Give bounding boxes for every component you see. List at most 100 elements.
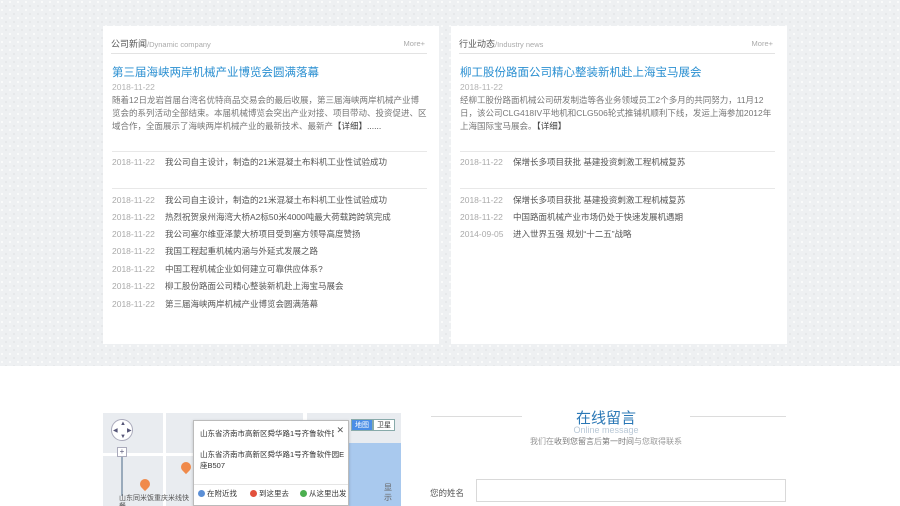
- map-road: [163, 413, 166, 506]
- pan-left-icon[interactable]: ◀: [113, 428, 118, 434]
- industry-news-header: 行业动态/Industry news More+: [459, 34, 775, 54]
- list-item-date: 2018-11-22: [112, 195, 155, 205]
- list-item-date: 2018-11-22: [112, 264, 155, 274]
- divider: [460, 188, 775, 189]
- info-window-actions: 在附近找 到这里去 从这里出发: [194, 484, 348, 498]
- industry-news-detail-link[interactable]: 【详细】: [537, 121, 567, 131]
- list-item-title: 我公司自主设计，制造的21米混凝土布料机工业性试验成功: [165, 195, 387, 205]
- poi-label: 山东同米饭重庆米线快餐: [119, 495, 189, 506]
- industry-news-title-cn: 行业动态: [459, 39, 496, 49]
- company-news-title: 公司新闻/Dynamic company: [111, 37, 211, 50]
- list-item[interactable]: 2018-11-22 我公司自主设计，制造的21米混凝土布料机工业性试验成功: [112, 193, 427, 207]
- location-map[interactable]: ▲ ▼ ◀ ▶ + 山东同米饭重庆米线快餐 山东省济南市高新区舜华路1号齐鲁软件…: [103, 413, 401, 506]
- list-item[interactable]: 2018-11-22 中国路面机械产业市场仍处于快速发展机遇期: [460, 210, 775, 224]
- company-news-feature: 第三届海峡两岸机械产业博览会圆满落幕 2018-11-22 随着12日龙岩首届台…: [112, 66, 427, 134]
- search-icon: [198, 490, 205, 497]
- list-item[interactable]: 2018-11-22 我公司自主设计，制造的21米混凝土布料机工业性试验成功: [112, 155, 427, 169]
- list-item-date: 2018-11-22: [112, 212, 155, 222]
- list-item-title: 中国路面机械产业市场仍处于快速发展机遇期: [513, 212, 684, 222]
- industry-news-feature: 柳工股份路面公司精心整装新机赴上海宝马展会 2018-11-22 经柳工股份路面…: [460, 66, 775, 134]
- desc-text: 与您取得联系: [634, 437, 682, 446]
- message-title-en: Online message: [573, 425, 639, 435]
- list-item[interactable]: 2018-11-22 中国工程机械企业如何建立可靠供应体系?: [112, 262, 427, 276]
- industry-news-more-link[interactable]: More+: [752, 39, 773, 48]
- divider: [112, 151, 427, 152]
- zoom-in-icon[interactable]: +: [117, 447, 127, 457]
- company-news-header: 公司新闻/Dynamic company More+: [111, 34, 427, 54]
- feature-summary-text: 经柳工股份路面机械公司研发制造等各业务领域员工2个多月的共同努力，11月12日，…: [460, 95, 772, 131]
- list-item[interactable]: 2018-11-22 第三届海峡两岸机械产业博览会圆满落幕: [112, 297, 427, 311]
- route-to-label: 到这里去: [259, 489, 289, 498]
- list-item-date: 2014-09-05: [460, 229, 504, 239]
- list-item[interactable]: 2014-09-05 进入世界五强 规划“十二五”战略: [460, 227, 775, 241]
- list-item-date: 2018-11-22: [112, 299, 155, 309]
- company-news-detail-link[interactable]: 【详细】......: [333, 121, 381, 131]
- info-window-title: 山东省济南市高新区舜华路1号齐鲁软件园: [200, 429, 334, 438]
- desc-highlight: 第一时间: [602, 437, 634, 446]
- list-item-title: 我国工程起重机械内涵与外延式发展之路: [165, 246, 319, 256]
- industry-news-feature-date: 2018-11-22: [460, 82, 503, 92]
- company-news-feature-title[interactable]: 第三届海峡两岸机械产业博览会圆满落幕: [112, 66, 427, 80]
- nearby-search-button[interactable]: 在附近找: [198, 488, 237, 499]
- map-info-window: 山东省济南市高新区舜华路1号齐鲁软件园 ✕ 山东省济南市高新区舜华路1号齐鲁软件…: [193, 420, 349, 506]
- company-news-feature-date: 2018-11-22: [112, 82, 155, 92]
- company-news-more-link[interactable]: More+: [404, 39, 425, 48]
- company-news-feature-summary: 随着12日龙岩首届台湾名优特商品交易会的最后收展，第三届海峡两岸机械产业博览会的…: [112, 94, 427, 134]
- pan-up-icon[interactable]: ▲: [120, 421, 126, 427]
- name-field-label: 您的姓名: [430, 488, 465, 498]
- list-item[interactable]: 2018-11-22 我公司塞尔维亚泽蒙大桥项目受到塞方领导高度赞扬: [112, 227, 427, 241]
- list-item[interactable]: 2018-11-22 保增长多项目获批 基建投资刺激工程机械复苏: [460, 155, 775, 169]
- list-item-title: 我公司自主设计，制造的21米混凝土布料机工业性试验成功: [165, 157, 387, 167]
- info-window-address: 山东省济南市高新区舜华路1号齐鲁软件园E座B507: [200, 450, 345, 470]
- route-from-label: 从这里出发: [309, 489, 347, 498]
- list-item[interactable]: 2018-11-22 热烈祝贺泉州海湾大桥A2标50米4000吨最大荷载跨跨筑完成: [112, 210, 427, 224]
- list-item-date: 2018-11-22: [112, 157, 155, 167]
- company-news-panel: 公司新闻/Dynamic company More+ 第三届海峡两岸机械产业博览…: [103, 26, 439, 344]
- zoom-slider[interactable]: [121, 457, 123, 496]
- poi-marker-icon[interactable]: [178, 459, 194, 475]
- map-pan-control[interactable]: ▲ ▼ ◀ ▶: [111, 419, 133, 441]
- contact-section: ▲ ▼ ◀ ▶ + 山东同米饭重庆米线快餐 山东省济南市高新区舜华路1号齐鲁软件…: [0, 366, 900, 506]
- nearby-search-label: 在附近找: [207, 489, 237, 498]
- list-item-title: 进入世界五强 规划“十二五”战略: [513, 229, 632, 239]
- industry-news-panel: 行业动态/Industry news More+ 柳工股份路面公司精心整装新机赴…: [451, 26, 787, 344]
- pin-icon: [300, 490, 307, 497]
- list-item-title: 中国工程机械企业如何建立可靠供应体系?: [165, 264, 323, 274]
- pin-icon: [250, 490, 257, 497]
- list-item-title: 保增长多项目获批 基建投资刺激工程机械复苏: [513, 157, 686, 167]
- route-to-button[interactable]: 到这里去: [250, 488, 289, 499]
- list-item-date: 2018-11-22: [112, 281, 155, 291]
- list-item-date: 2018-11-22: [460, 195, 503, 205]
- desc-text: 后: [594, 437, 602, 446]
- industry-news-title-en: /Industry news: [495, 40, 544, 49]
- company-news-title-en: /Dynamic company: [147, 40, 211, 49]
- list-item[interactable]: 2018-11-22 保增长多项目获批 基建投资刺激工程机械复苏: [460, 193, 775, 207]
- list-item-title: 第三届海峡两岸机械产业博览会圆满落幕: [165, 299, 319, 309]
- news-section: 公司新闻/Dynamic company More+ 第三届海峡两岸机械产业博览…: [0, 0, 900, 366]
- map-type-satellite-button[interactable]: 卫星: [373, 419, 395, 431]
- map-side-toggle[interactable]: 显示: [384, 483, 394, 503]
- divider: [112, 188, 427, 189]
- pan-right-icon[interactable]: ▶: [127, 428, 132, 434]
- poi-marker-icon[interactable]: [137, 476, 153, 492]
- desc-highlight: 收到您留言: [554, 437, 594, 446]
- industry-news-feature-title[interactable]: 柳工股份路面公司精心整装新机赴上海宝马展会: [460, 66, 775, 80]
- list-item-title: 我公司塞尔维亚泽蒙大桥项目受到塞方领导高度赞扬: [165, 229, 361, 239]
- list-item[interactable]: 2018-11-22 我国工程起重机械内涵与外延式发展之路: [112, 244, 427, 258]
- list-item-title: 保增长多项目获批 基建投资刺激工程机械复苏: [513, 195, 686, 205]
- divider: [690, 416, 786, 417]
- list-item-title: 热烈祝贺泉州海湾大桥A2标50米4000吨最大荷载跨跨筑完成: [165, 212, 391, 222]
- list-item-date: 2018-11-22: [112, 229, 155, 239]
- route-from-button[interactable]: 从这里出发: [300, 488, 347, 499]
- list-item-date: 2018-11-22: [460, 212, 503, 222]
- pan-down-icon[interactable]: ▼: [120, 434, 126, 440]
- name-field[interactable]: [476, 479, 786, 502]
- industry-news-feature-summary: 经柳工股份路面机械公司研发制造等各业务领域员工2个多月的共同努力，11月12日，…: [460, 94, 775, 134]
- divider: [431, 416, 522, 417]
- list-item-date: 2018-11-22: [460, 157, 503, 167]
- list-item-title: 柳工股份路面公司精心整装新机赴上海宝马展会: [165, 281, 344, 291]
- close-icon[interactable]: ✕: [336, 425, 344, 436]
- map-type-map-button[interactable]: 地图: [351, 419, 373, 431]
- company-news-title-cn: 公司新闻: [111, 39, 148, 49]
- list-item[interactable]: 2018-11-22 柳工股份路面公司精心整装新机赴上海宝马展会: [112, 279, 427, 293]
